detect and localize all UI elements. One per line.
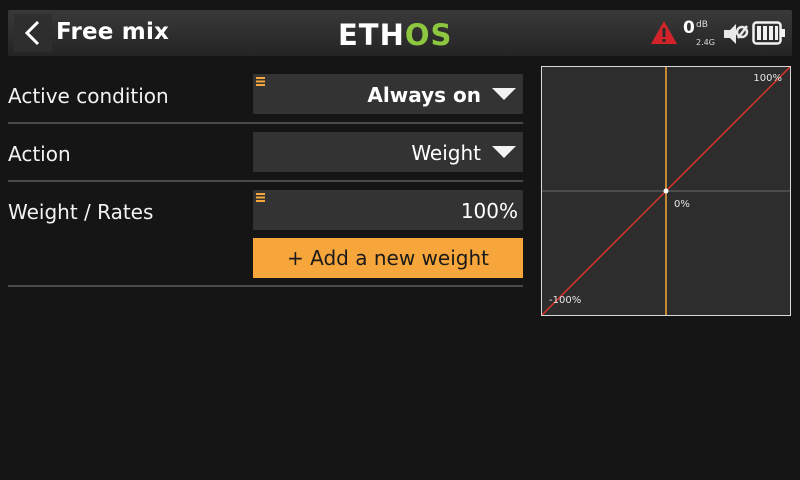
rssi-indicator: 0 dB 2.4G: [683, 18, 723, 48]
warning-triangle-icon[interactable]: [650, 20, 678, 45]
title-bar: Free mix ETHOS 0 dB 2.4G: [8, 10, 792, 56]
mix-curve-graph[interactable]: 100% 0% -100%: [541, 66, 791, 316]
back-button[interactable]: [14, 14, 52, 52]
weight-value: 100%: [460, 199, 518, 223]
ethos-logo: ETHOS: [338, 18, 452, 52]
battery-icon: [752, 21, 785, 45]
action-value: Weight: [411, 141, 481, 165]
rssi-value: 0: [683, 18, 695, 38]
weight-rates-label: Weight / Rates: [8, 200, 154, 224]
graph-label-top: 100%: [753, 73, 782, 84]
logo-accent: OS: [404, 18, 453, 52]
top-bar: Free mix ETHOS 0 dB 2.4G: [0, 0, 800, 64]
curve-svg: [542, 67, 790, 315]
weight-value-field[interactable]: 100%: [253, 190, 523, 230]
active-condition-select[interactable]: Always on: [253, 74, 523, 114]
rssi-unit: dB: [696, 20, 708, 30]
options-menu-icon[interactable]: [256, 193, 266, 202]
chevron-left-icon: [24, 21, 40, 45]
row-divider: [8, 285, 523, 287]
dropdown-arrow-icon: [492, 88, 516, 100]
action-select[interactable]: Weight: [253, 132, 523, 172]
action-label: Action: [8, 142, 71, 166]
dropdown-arrow-icon: [492, 146, 516, 158]
options-menu-icon[interactable]: [256, 77, 266, 86]
row-divider: [8, 180, 523, 182]
row-divider: [8, 122, 523, 124]
logo-main: ETH: [338, 18, 405, 52]
speaker-muted-icon[interactable]: [723, 23, 749, 45]
curve-current-point: [663, 188, 669, 194]
active-condition-label: Active condition: [8, 84, 169, 108]
graph-label-bottom: -100%: [549, 295, 582, 306]
rssi-band: 2.4G: [696, 38, 715, 47]
active-condition-value: Always on: [367, 83, 481, 107]
add-new-weight-button[interactable]: + Add a new weight: [253, 238, 523, 278]
graph-label-center: 0%: [674, 199, 690, 210]
page-title: Free mix: [56, 19, 170, 45]
